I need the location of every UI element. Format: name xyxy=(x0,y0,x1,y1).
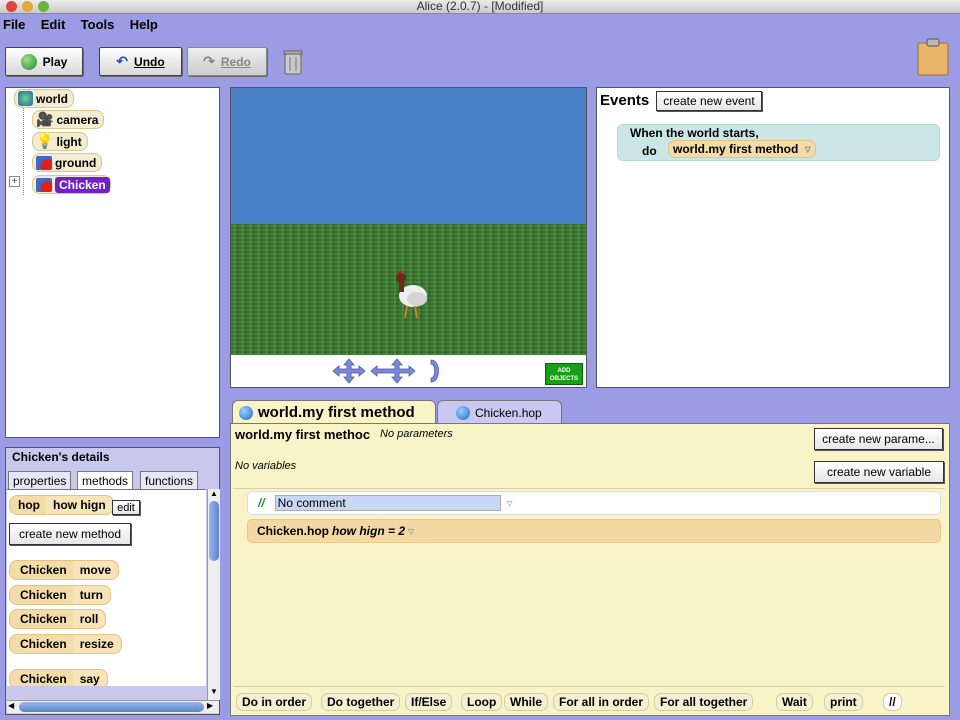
parameters-label: No parameters xyxy=(380,428,453,440)
dropdown-arrow-icon[interactable]: ▿ xyxy=(507,496,513,510)
variables-label: No variables xyxy=(235,460,297,472)
scroll-thumb[interactable] xyxy=(19,702,204,712)
play-icon xyxy=(20,53,37,70)
object-icon xyxy=(36,177,52,192)
chicken-model[interactable] xyxy=(391,266,433,320)
clipboard-icon[interactable] xyxy=(917,38,949,76)
control-do-in-order[interactable]: Do in order xyxy=(236,693,313,711)
scroll-up-icon[interactable]: ▲ xyxy=(210,489,218,498)
tree-item-ground[interactable]: ground xyxy=(32,153,103,172)
scroll-thumb[interactable] xyxy=(209,501,219,561)
dropdown-arrow-icon[interactable]: ▿ xyxy=(408,524,414,538)
control-do-together[interactable]: Do together xyxy=(321,693,401,711)
menu-file[interactable]: File xyxy=(1,15,29,32)
globe-icon xyxy=(239,405,253,420)
chicken-hop-statement[interactable]: Chicken.hop how hign = 2 ▿ xyxy=(247,519,941,543)
tree-item-chicken[interactable]: Chicken xyxy=(32,175,111,194)
tab-properties[interactable]: properties xyxy=(8,471,72,489)
event-method-chip[interactable]: world.my first method ▿ xyxy=(668,140,816,158)
close-window-button[interactable] xyxy=(6,1,17,12)
method-hop[interactable]: hop how hign xyxy=(9,495,114,515)
object-icon xyxy=(36,155,52,170)
menubar: File Edit Tools Help xyxy=(0,15,960,35)
create-new-variable-button[interactable]: create new variable xyxy=(814,461,944,483)
world-view[interactable]: ADD OBJECTS xyxy=(230,87,587,388)
method-chicken-roll[interactable]: Chicken roll xyxy=(9,609,107,629)
hop-call: Chicken.hop xyxy=(257,524,330,538)
create-new-event-button[interactable]: create new event xyxy=(656,91,762,111)
control-wait[interactable]: Wait xyxy=(776,693,813,711)
create-new-method-button[interactable]: create new method xyxy=(9,523,131,545)
menu-tools[interactable]: Tools xyxy=(79,15,119,32)
events-title: Events xyxy=(600,92,650,109)
play-button[interactable]: Play xyxy=(5,47,83,76)
lightbulb-icon: 💡 xyxy=(36,133,54,149)
menu-help[interactable]: Help xyxy=(128,15,162,32)
control-for-all-in-order[interactable]: For all in order xyxy=(553,693,650,711)
control-while[interactable]: While xyxy=(504,693,548,711)
control-print[interactable]: print xyxy=(824,693,863,711)
tab-functions[interactable]: functions xyxy=(140,471,199,489)
menu-edit[interactable]: Edit xyxy=(39,15,70,32)
tab-world-my-first-method[interactable]: world.my first method xyxy=(232,400,436,424)
expand-icon[interactable]: + xyxy=(9,176,20,187)
comment-text-field[interactable]: No comment xyxy=(274,495,501,511)
method-editor: world.my first methoc No parameters crea… xyxy=(230,423,950,716)
globe-icon xyxy=(456,405,470,420)
window-title: Alice (2.0.7) - [Modified] xyxy=(416,0,544,13)
zoom-window-button[interactable] xyxy=(38,1,49,12)
details-title: Chicken's details xyxy=(12,450,110,464)
object-tree: world 🎥 camera 💡 light ground + Chicken xyxy=(5,87,220,438)
event-trigger: When the world starts, xyxy=(630,126,759,140)
control-loop[interactable]: Loop xyxy=(461,693,503,711)
redo-button[interactable]: ↷ Redo xyxy=(187,47,267,76)
redo-icon: ↷ xyxy=(203,53,215,69)
sky xyxy=(231,88,586,224)
camera-icon: 🎥 xyxy=(36,111,54,127)
dropdown-arrow-icon[interactable]: ▿ xyxy=(805,142,811,156)
tree-item-camera[interactable]: 🎥 camera xyxy=(32,110,105,129)
methods-horizontal-scrollbar[interactable]: ◀ ▶ xyxy=(7,700,219,713)
tree-item-world[interactable]: world xyxy=(14,89,74,108)
method-chicken-move[interactable]: Chicken move xyxy=(9,560,120,580)
scroll-down-icon[interactable]: ▼ xyxy=(210,687,218,696)
create-new-parameter-button[interactable]: create new parame... xyxy=(814,428,943,450)
events-panel: Events create new event When the world s… xyxy=(596,87,950,388)
methods-list: hop how hign edit create new method Chic… xyxy=(7,489,206,686)
method-name: world.my first methoc xyxy=(235,427,371,442)
event-block[interactable]: When the world starts, do world.my first… xyxy=(617,124,940,161)
control-for-all-together[interactable]: For all together xyxy=(654,693,754,711)
comment-marker: // xyxy=(258,496,265,510)
minimize-window-button[interactable] xyxy=(22,1,33,12)
trash-icon[interactable] xyxy=(283,49,303,75)
method-chicken-say[interactable]: Chicken say xyxy=(9,669,108,686)
details-panel: Chicken's details properties methods fun… xyxy=(5,447,220,715)
window-titlebar: Alice (2.0.7) - [Modified] xyxy=(0,0,960,14)
scroll-left-icon[interactable]: ◀ xyxy=(8,701,14,710)
undo-button[interactable]: ↶ Undo xyxy=(99,47,182,76)
method-chicken-resize[interactable]: Chicken resize xyxy=(9,634,122,654)
methods-vertical-scrollbar[interactable]: ▲ ▼ xyxy=(207,489,220,700)
globe-icon xyxy=(18,91,33,106)
scroll-right-icon[interactable]: ▶ xyxy=(207,701,213,710)
method-chicken-turn[interactable]: Chicken turn xyxy=(9,585,112,605)
control-comment[interactable]: // xyxy=(883,693,902,711)
tree-item-light[interactable]: 💡 light xyxy=(32,132,88,151)
camera-controls[interactable] xyxy=(331,358,446,384)
add-objects-button[interactable]: ADD OBJECTS xyxy=(545,363,583,385)
tab-methods[interactable]: methods xyxy=(77,471,134,490)
tab-chicken-hop[interactable]: Chicken.hop xyxy=(437,400,562,424)
event-do-label: do xyxy=(642,144,657,158)
comment-statement[interactable]: // No comment ▿ xyxy=(247,491,941,515)
control-if-else[interactable]: If/Else xyxy=(405,693,453,711)
edit-method-button[interactable]: edit xyxy=(112,500,140,515)
hop-argument[interactable]: how hign = 2 xyxy=(332,524,405,538)
undo-icon: ↶ xyxy=(116,53,129,69)
